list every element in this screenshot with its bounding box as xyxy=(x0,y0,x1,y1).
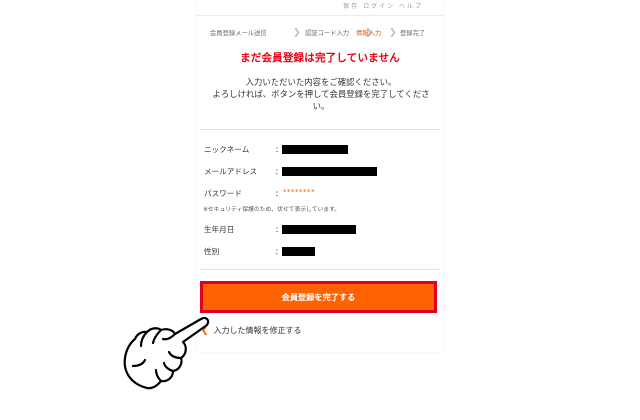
divider-bottom xyxy=(200,269,440,270)
nickname-redaction xyxy=(282,145,348,154)
password-note: ※セキュリティ保護のため、伏せて表示しています。 xyxy=(203,207,341,213)
password-colon: ： xyxy=(275,189,283,198)
edit-info-link[interactable]: ❮ 入力した情報を修正する xyxy=(201,325,302,336)
chevron-right-icon: ❯ xyxy=(389,28,397,38)
step-auth-code: 認証コード入力 xyxy=(305,30,350,37)
instructions-line-3: い。 xyxy=(312,101,330,111)
instructions-line-2: よろしければ、ボタンを押して会員登録を完了してくださ xyxy=(212,89,430,99)
phone-screen: 保存 ログイン ヘルプ 会員登録メール送信 ❯ 認証コード入力 ❯ 情報入力 ❯… xyxy=(197,0,443,352)
birthday-redaction xyxy=(282,225,356,234)
header-divider xyxy=(197,15,443,16)
nickname-label: ニックネーム xyxy=(204,145,250,154)
step-complete: 登録完了 xyxy=(400,30,426,37)
step-info-input: 情報入力 xyxy=(356,30,382,37)
instructions: 入力いただいた内容をご確認ください。 よろしければ、ボタンを押して会員登録を完了… xyxy=(203,76,439,112)
email-redaction xyxy=(282,167,377,176)
field-gender: 性別 ： xyxy=(204,246,436,258)
progress-steps: 会員登録メール送信 ❯ 認証コード入力 ❯ 情報入力 ❯ 登録完了 xyxy=(197,28,443,42)
page-title: まだ会員登録は完了していません xyxy=(240,52,400,64)
complete-registration-button[interactable]: 会員登録を完了する xyxy=(200,281,437,313)
field-birthday: 生年月日 ： xyxy=(204,224,436,236)
password-value: ******** xyxy=(283,188,315,196)
step-mail-sent: 会員登録メール送信 xyxy=(210,30,267,37)
edit-info-label: 入力した情報を修正する xyxy=(213,326,302,335)
instructions-line-1: 入力いただいた内容をご確認ください。 xyxy=(245,77,397,87)
header-nav[interactable]: 保存 ログイン ヘルプ xyxy=(343,1,423,10)
top-header: 保存 ログイン ヘルプ xyxy=(197,0,443,22)
field-email: メールアドレス ： xyxy=(204,166,436,178)
birthday-label: 生年月日 xyxy=(204,225,235,234)
chevron-right-icon: ❯ xyxy=(293,28,301,38)
gender-label: 性別 xyxy=(204,247,220,256)
password-label: パスワード xyxy=(204,189,242,198)
gender-redaction xyxy=(282,247,315,256)
field-nickname: ニックネーム ： xyxy=(204,144,436,156)
field-password: パスワード ： ******** xyxy=(204,188,436,200)
pointing-hand-icon xyxy=(123,316,210,390)
email-label: メールアドレス xyxy=(204,167,258,176)
divider-top xyxy=(200,129,440,130)
complete-registration-label: 会員登録を完了する xyxy=(281,292,356,302)
